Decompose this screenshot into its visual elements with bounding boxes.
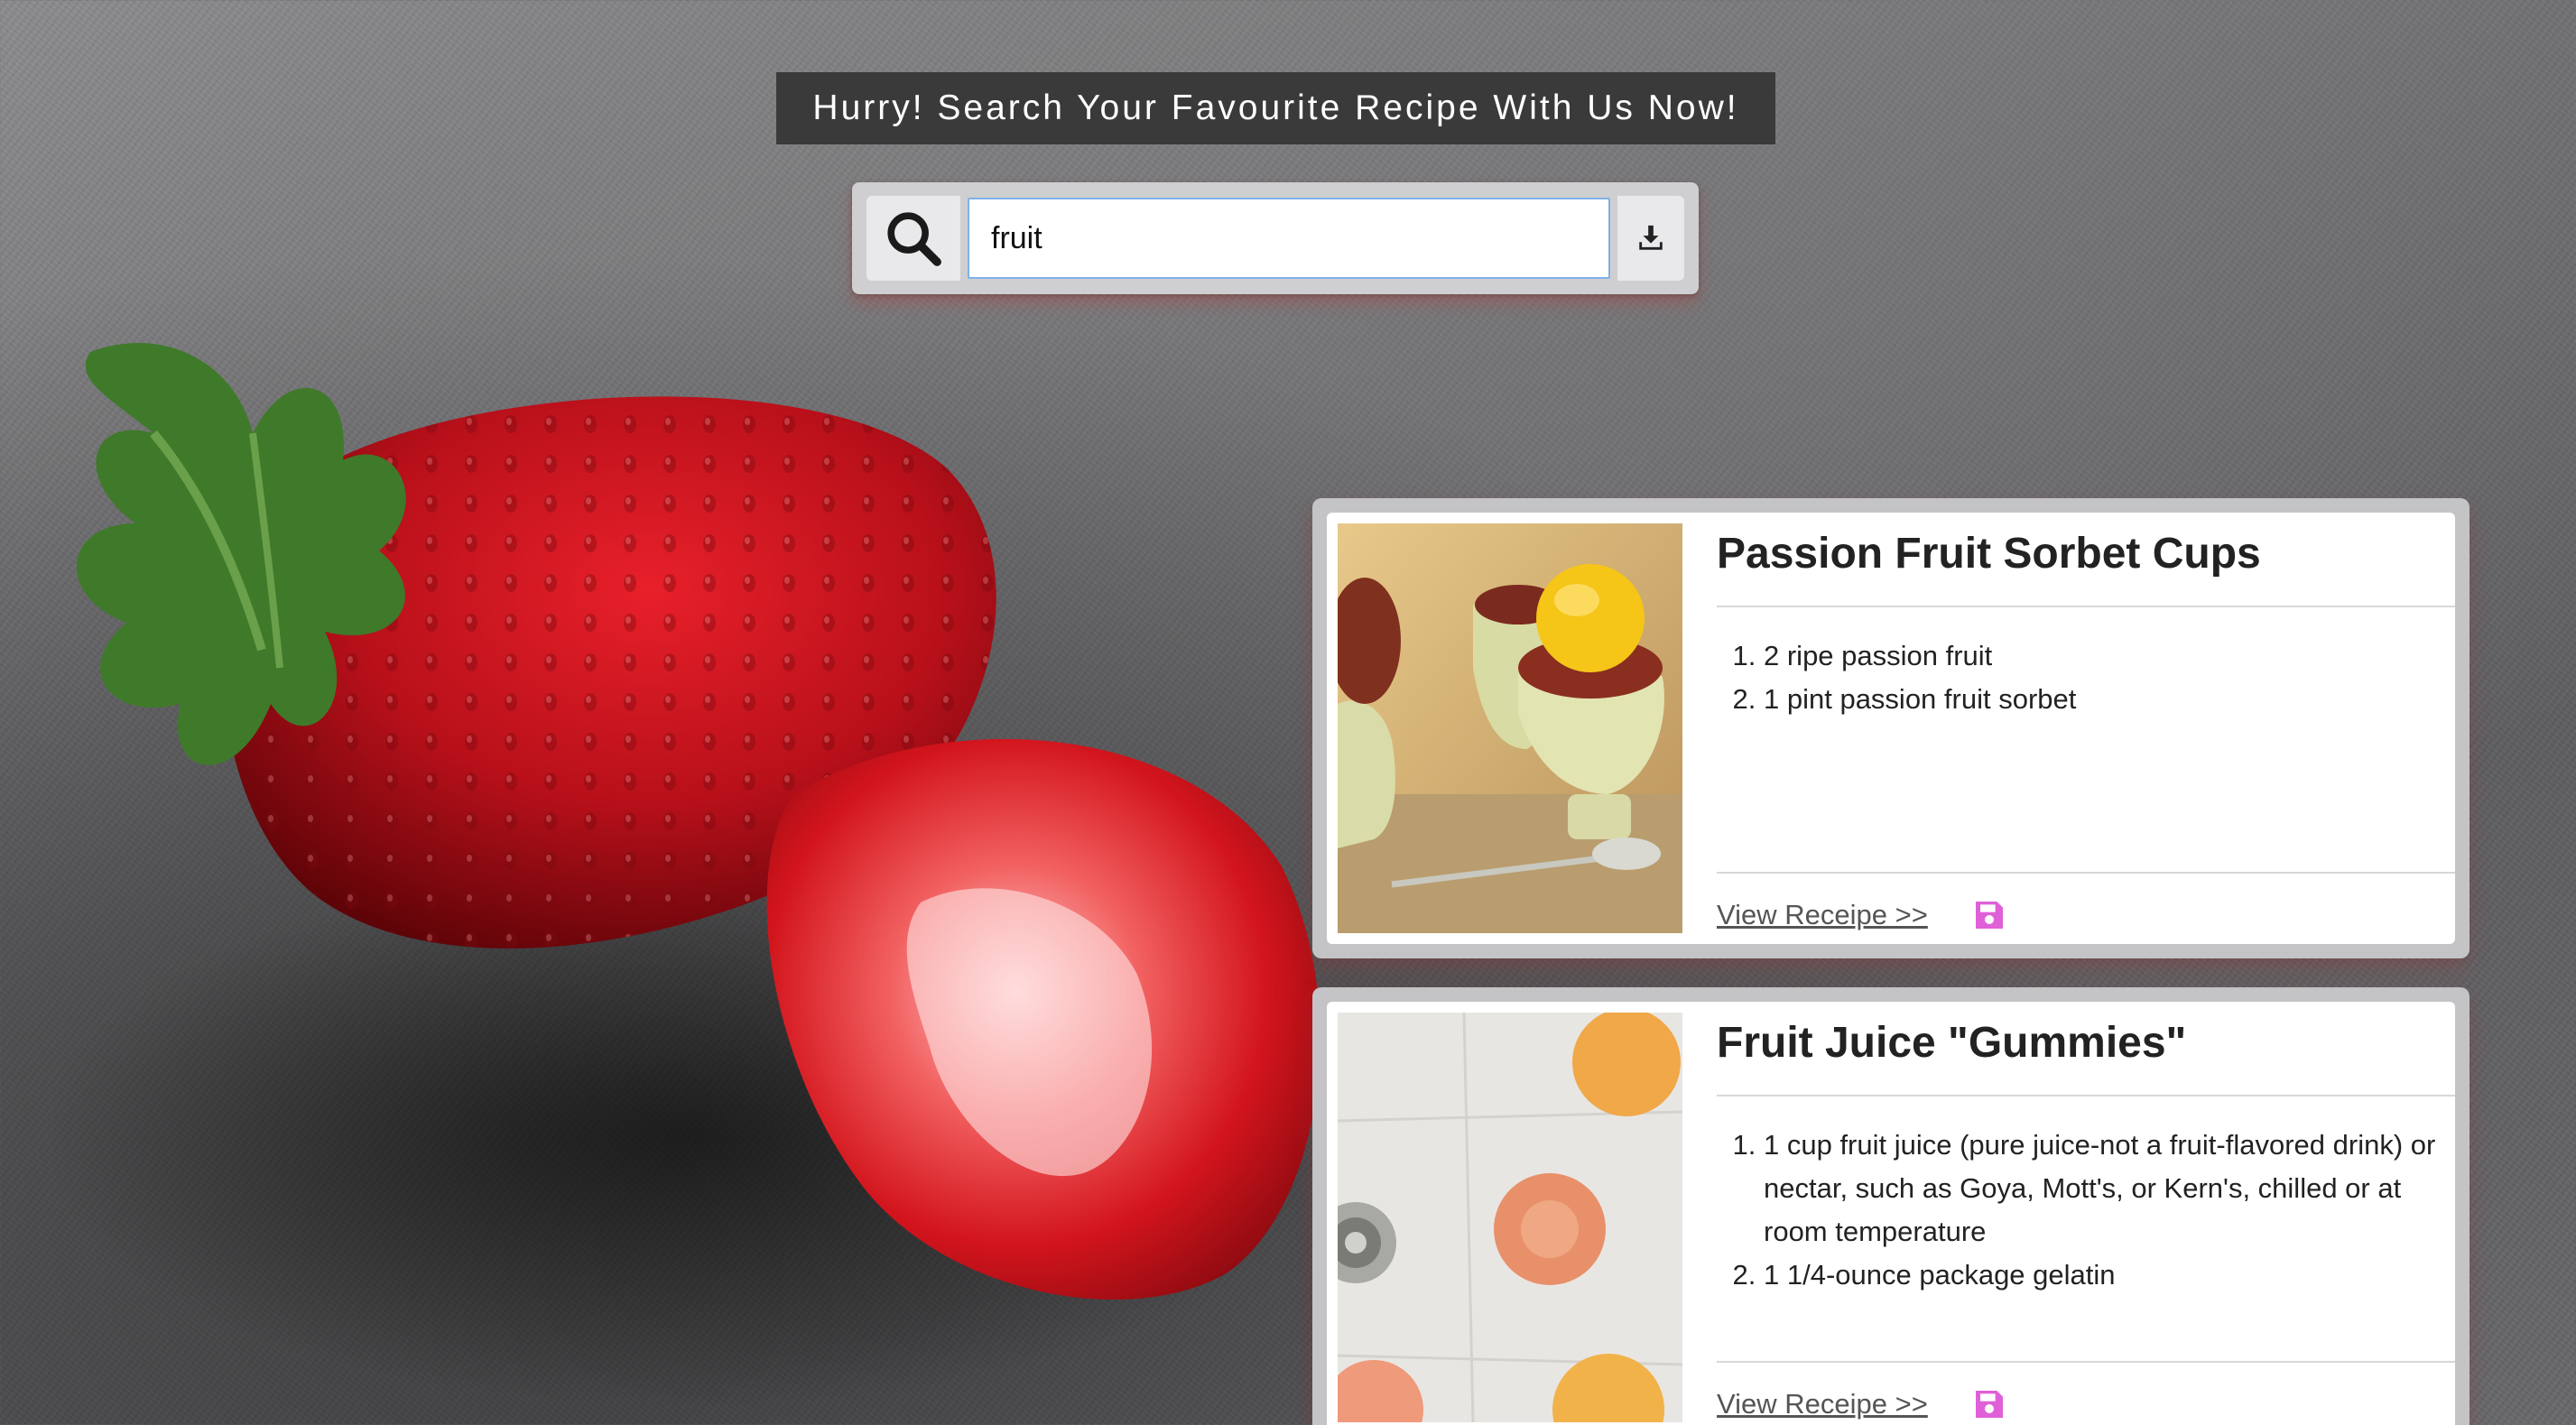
search-bar — [852, 182, 1699, 294]
recipe-results: Passion Fruit Sorbet Cups 2 ripe passion… — [1312, 498, 2469, 1425]
recipe-card-inner: Fruit Juice "Gummies" 1 cup fruit juice … — [1327, 1002, 2455, 1425]
download-button[interactable] — [1617, 196, 1684, 281]
floppy-disk-icon[interactable] — [1971, 1386, 2007, 1422]
ingredient-item: 1 cup fruit juice (pure juice-not a frui… — [1764, 1124, 2455, 1254]
page-banner: Hurry! Search Your Favourite Recipe With… — [776, 72, 1775, 144]
recipe-footer: View Receipe >> — [1717, 872, 2455, 933]
recipe-card: Fruit Juice "Gummies" 1 cup fruit juice … — [1312, 987, 2469, 1425]
floppy-disk-icon[interactable] — [1971, 897, 2007, 933]
ingredient-list: 2 ripe passion fruit 1 pint passion frui… — [1717, 634, 2455, 872]
view-recipe-link[interactable]: View Receipe >> — [1717, 899, 1928, 931]
search-input[interactable] — [968, 198, 1610, 279]
recipe-title: Passion Fruit Sorbet Cups — [1717, 529, 2455, 607]
download-icon — [1639, 225, 1663, 250]
recipe-card-inner: Passion Fruit Sorbet Cups 2 ripe passion… — [1327, 513, 2455, 944]
recipe-title: Fruit Juice "Gummies" — [1717, 1018, 2455, 1097]
ingredient-item: 2 ripe passion fruit — [1764, 634, 2455, 678]
recipe-footer: View Receipe >> — [1717, 1361, 2455, 1422]
recipe-image — [1338, 523, 1682, 933]
recipe-body: Passion Fruit Sorbet Cups 2 ripe passion… — [1682, 523, 2455, 933]
page-title: Hurry! Search Your Favourite Recipe With… — [812, 88, 1739, 127]
recipe-body: Fruit Juice "Gummies" 1 cup fruit juice … — [1682, 1013, 2455, 1422]
recipe-card: Passion Fruit Sorbet Cups 2 ripe passion… — [1312, 498, 2469, 958]
view-recipe-link[interactable]: View Receipe >> — [1717, 1388, 1928, 1420]
ingredient-list: 1 cup fruit juice (pure juice-not a frui… — [1717, 1124, 2455, 1361]
ingredient-item: 1 1/4-ounce package gelatin — [1764, 1254, 2455, 1297]
search-icon — [887, 212, 941, 266]
strawberry-background-image — [54, 343, 1336, 1408]
recipe-image — [1338, 1013, 1682, 1422]
search-button[interactable] — [866, 196, 960, 281]
ingredient-item: 1 pint passion fruit sorbet — [1764, 678, 2455, 721]
